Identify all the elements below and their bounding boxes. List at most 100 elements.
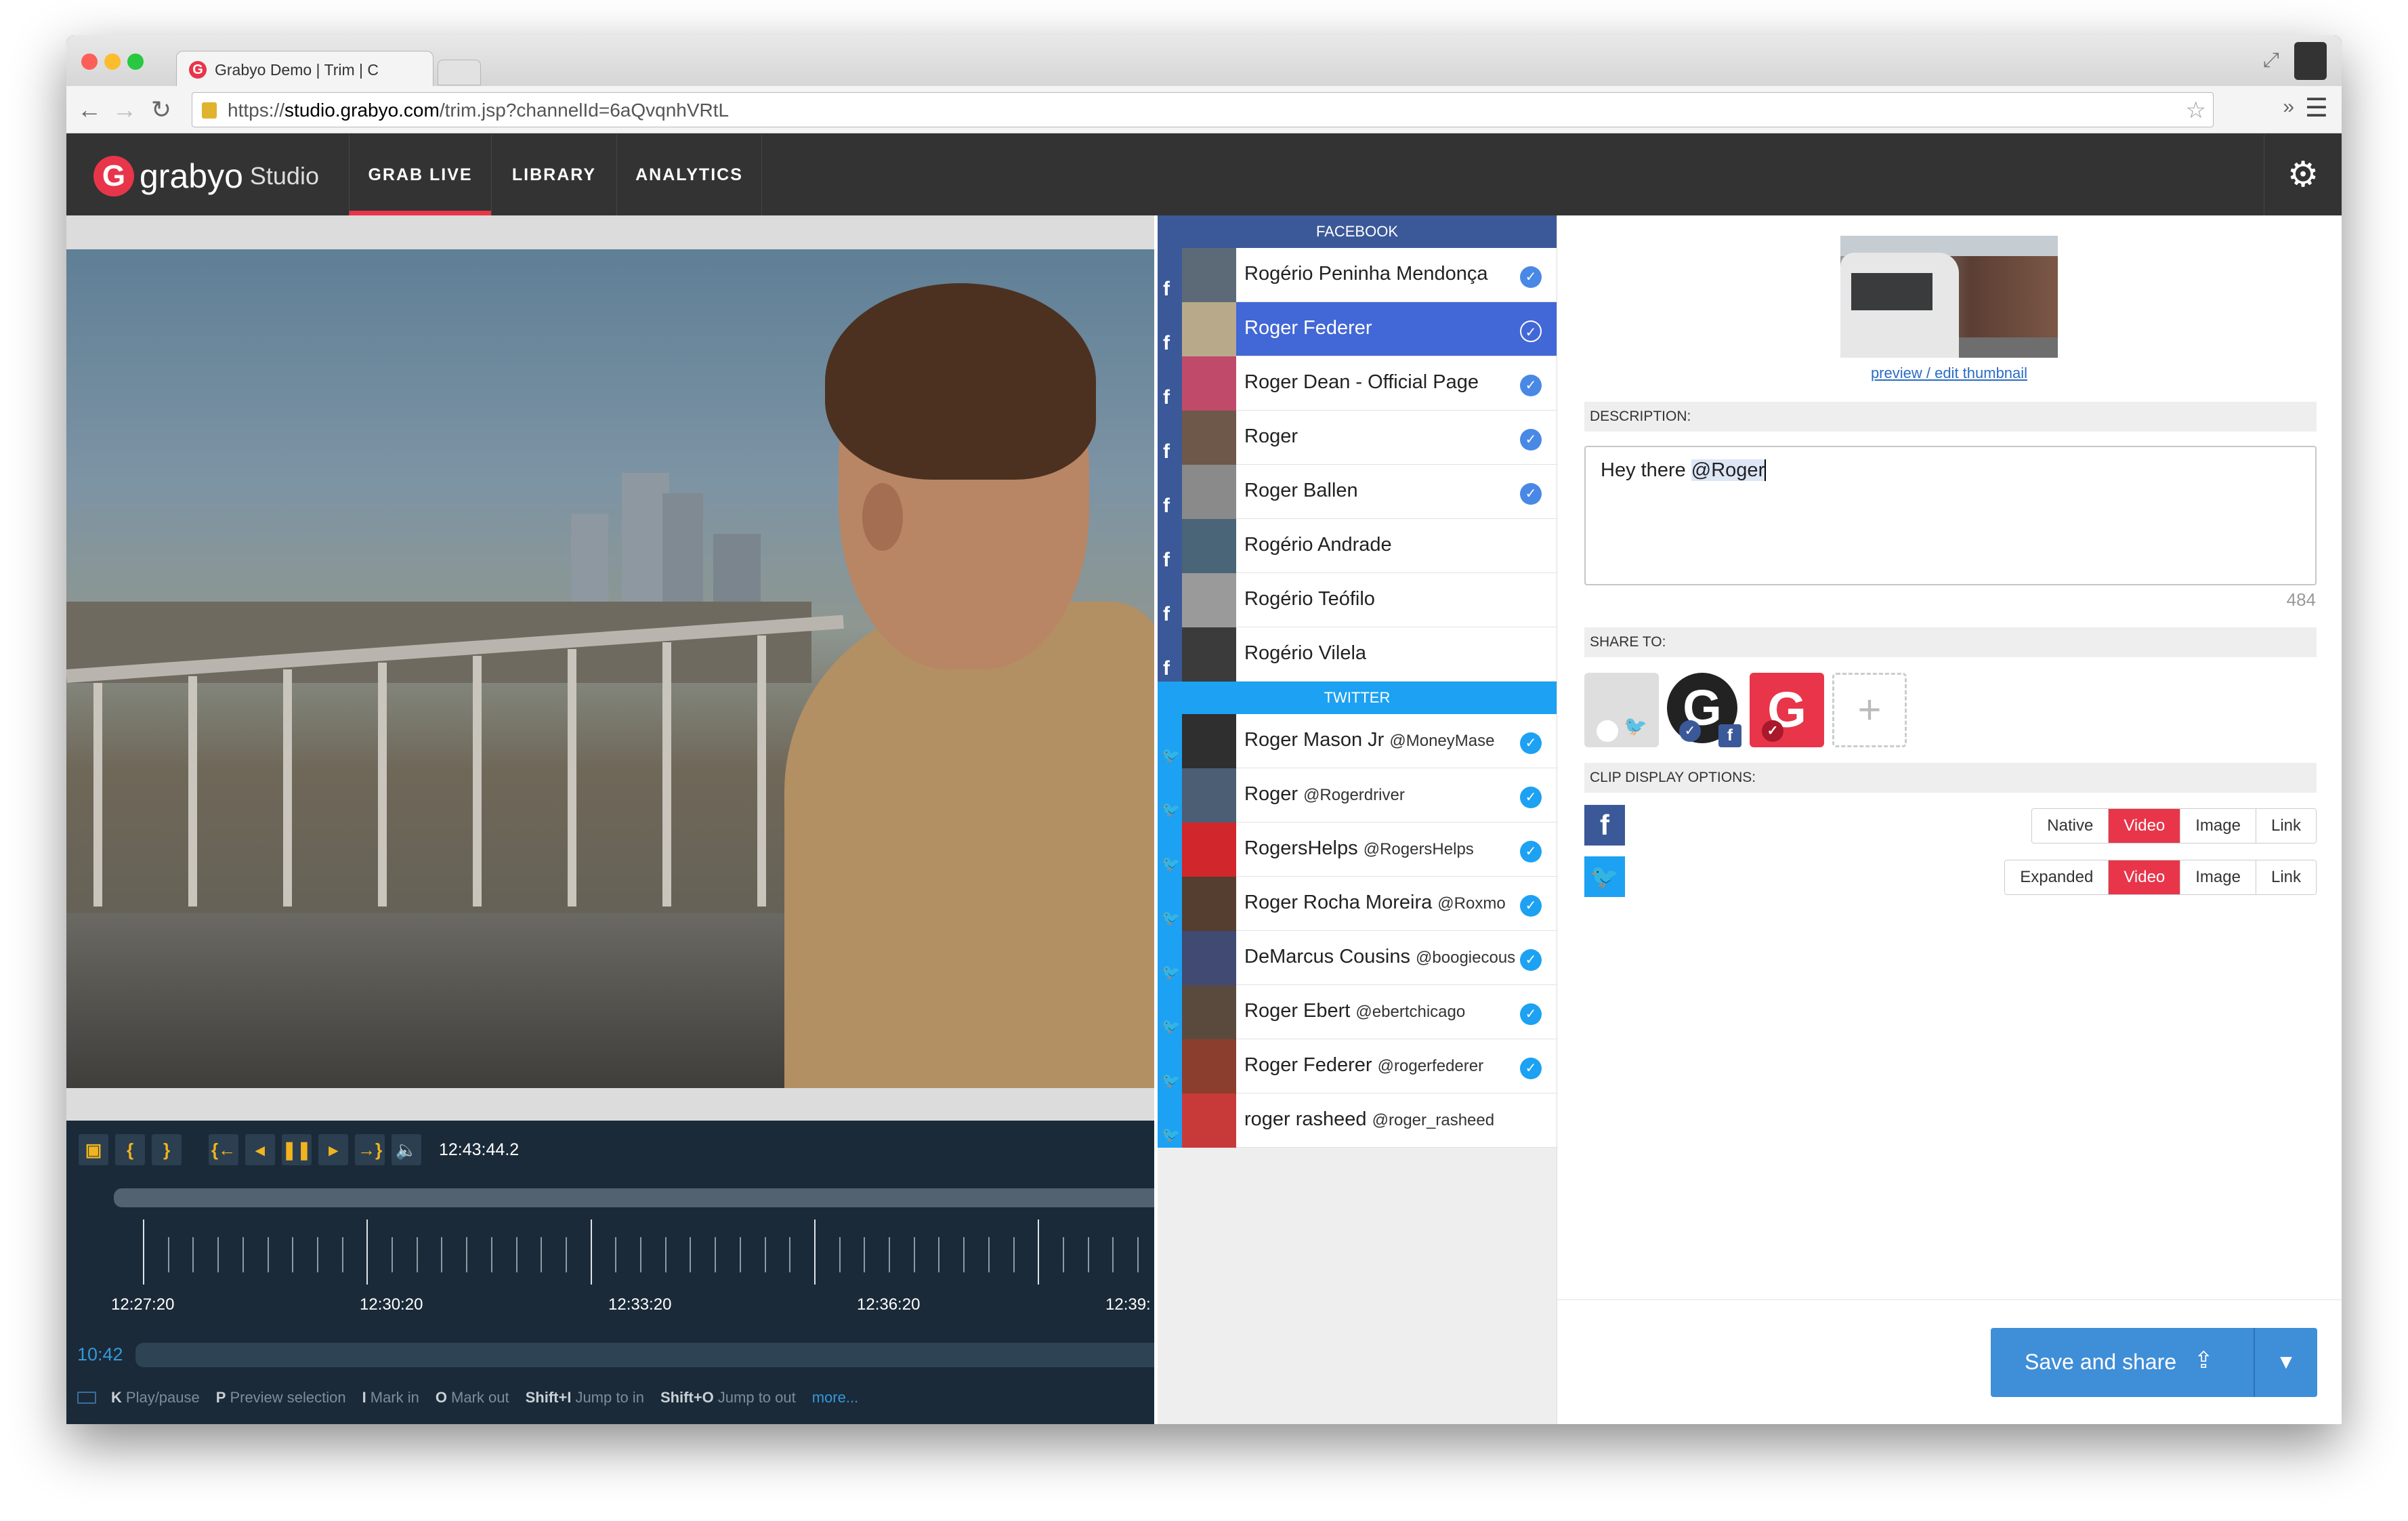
- address-bar[interactable]: https://studio.grabyo.com/trim.jsp?chann…: [192, 92, 2214, 127]
- mention-display-name: RogersHelps: [1244, 837, 1358, 859]
- tab-library[interactable]: LIBRARY: [491, 134, 616, 215]
- share-twitter-account[interactable]: 🐦: [1584, 673, 1659, 747]
- share-export-icon: ⇪: [2194, 1348, 2214, 1373]
- facebook-mention-row[interactable]: f Rogério Teófilo: [1158, 573, 1557, 627]
- bookmark-star-icon[interactable]: ☆: [2186, 97, 2206, 124]
- twitter-mention-row[interactable]: 🐦 roger rasheed @roger_rasheed: [1158, 1093, 1557, 1148]
- reload-icon[interactable]: ↻: [148, 96, 175, 124]
- mention-handle: @Rogerdriver: [1303, 786, 1405, 804]
- verified-badge-icon: ✓: [1520, 787, 1542, 808]
- facebook-mention-row[interactable]: f Rogério Vilela: [1158, 627, 1557, 682]
- fb-option-link[interactable]: Link: [2255, 809, 2316, 843]
- tab-analytics[interactable]: ANALYTICS: [616, 134, 762, 215]
- facebook-mention-row[interactable]: f Roger Federer ✓: [1158, 302, 1557, 356]
- fb-option-native[interactable]: Native: [2032, 809, 2109, 843]
- railing-post: [283, 669, 292, 907]
- verified-badge-icon: ✓: [1520, 1003, 1542, 1025]
- shortcut-key: Shift+O: [660, 1389, 714, 1406]
- verified-badge-icon: ✓: [1520, 732, 1542, 754]
- fb-option-image[interactable]: Image: [2180, 809, 2256, 843]
- minimize-window-button[interactable]: [104, 54, 121, 70]
- twitter-mention-row[interactable]: 🐦 DeMarcus Cousins @boogiecous ✓: [1158, 931, 1557, 985]
- facebook-list: f Rogério Peninha Mendonça ✓ f Roger Federer…: [1158, 248, 1557, 682]
- timeline-overview[interactable]: [135, 1343, 1154, 1367]
- facebook-mention-row[interactable]: f Roger Ballen ✓: [1158, 465, 1557, 519]
- twitter-mention-row[interactable]: 🐦 RogersHelps @RogersHelps ✓: [1158, 822, 1557, 877]
- facebook-icon: f: [1158, 302, 1182, 356]
- clip-thumbnail[interactable]: [1840, 236, 2058, 358]
- browser-window: G Grabyo Demo | Trim | C ⤢ ← → ↻ https:/…: [66, 35, 2342, 1424]
- facebook-mention-row[interactable]: f Roger Dean - Official Page ✓: [1158, 356, 1557, 411]
- twitter-mention-row[interactable]: 🐦 Roger Ebert @ebertchicago ✓: [1158, 985, 1557, 1039]
- footer-divider: [1557, 1299, 2342, 1300]
- edit-thumbnail-link[interactable]: preview / edit thumbnail: [1840, 364, 2058, 382]
- step-back-icon[interactable]: ◂: [245, 1134, 275, 1165]
- mention-display-name: Roger Dean - Official Page: [1244, 371, 1479, 393]
- facebook-icon: f: [1158, 248, 1182, 302]
- save-and-share-button[interactable]: Save and share ⇪ ▼: [1991, 1328, 2317, 1397]
- fullscreen-icon[interactable]: ⤢: [2263, 49, 2279, 72]
- volume-icon[interactable]: 🔈: [392, 1134, 421, 1165]
- tw-option-video[interactable]: Video: [2108, 860, 2180, 894]
- share-grabyo[interactable]: G ✓: [1750, 673, 1824, 747]
- mention-display-name: Roger Federer: [1244, 317, 1372, 339]
- check-badge-icon: ✓: [1762, 720, 1783, 742]
- extensions-chevron-icon[interactable]: »: [2283, 96, 2294, 119]
- timeline-progress[interactable]: [114, 1188, 1154, 1207]
- shortcut-label: Jump to out: [717, 1389, 796, 1406]
- tw-option-expanded[interactable]: Expanded: [2005, 860, 2109, 894]
- facebook-mention-row[interactable]: f Rogério Peninha Mendonça ✓: [1158, 248, 1557, 302]
- tw-option-link[interactable]: Link: [2255, 860, 2316, 894]
- jump-to-in-icon[interactable]: {←: [209, 1134, 238, 1165]
- tw-option-image[interactable]: Image: [2180, 860, 2256, 894]
- mark-out-icon[interactable]: }: [152, 1134, 182, 1165]
- menu-icon[interactable]: ☰: [2305, 93, 2328, 123]
- profile-avatar-icon[interactable]: [2294, 42, 2327, 80]
- mention-name: Rogério Teófilo: [1244, 588, 1515, 610]
- twitter-mention-row[interactable]: 🐦 Roger @Rogerdriver ✓: [1158, 768, 1557, 822]
- tab-title: Grabyo Demo | Trim | C: [215, 61, 379, 79]
- jump-to-out-icon[interactable]: →}: [355, 1134, 385, 1165]
- mention-name: Roger @Rogerdriver: [1244, 783, 1515, 806]
- fb-option-video[interactable]: Video: [2108, 809, 2180, 843]
- mark-in-icon[interactable]: {: [115, 1134, 145, 1165]
- timeline-tick: [839, 1237, 841, 1272]
- facebook-mention-row[interactable]: f Rogério Andrade: [1158, 519, 1557, 573]
- zoom-window-button[interactable]: [127, 54, 144, 70]
- add-destination-button[interactable]: +: [1832, 673, 1907, 747]
- shortcut-key: O: [435, 1389, 447, 1406]
- back-arrow-icon[interactable]: ←: [76, 96, 103, 124]
- facebook-mention-row[interactable]: f Roger ✓: [1158, 411, 1557, 465]
- shortcut-label: Mark out: [451, 1389, 509, 1406]
- timeline-tick: [341, 1237, 343, 1272]
- save-options-dropdown[interactable]: ▼: [2254, 1328, 2317, 1397]
- text-cursor: [1765, 459, 1767, 481]
- snapshot-icon[interactable]: ▣: [79, 1134, 108, 1165]
- new-tab-button[interactable]: [438, 60, 481, 85]
- close-window-button[interactable]: [81, 54, 98, 70]
- mention-display-name: Rogério Vilela: [1244, 642, 1367, 664]
- mention-name: RogersHelps @RogersHelps: [1244, 837, 1515, 860]
- twitter-icon: 🐦: [1158, 768, 1182, 822]
- mention-display-name: Roger Ebert: [1244, 1000, 1351, 1022]
- mention-display-name: DeMarcus Cousins: [1244, 946, 1410, 967]
- twitter-mention-row[interactable]: 🐦 Roger Mason Jr @MoneyMase ✓: [1158, 714, 1557, 768]
- more-shortcuts-link[interactable]: more...: [812, 1389, 858, 1407]
- description-input[interactable]: Hey there @Roger: [1584, 446, 2317, 585]
- verified-badge-icon: ✓: [1520, 895, 1542, 917]
- facebook-icon: f: [1158, 627, 1182, 682]
- share-facebook-page[interactable]: G ✓ f: [1667, 673, 1741, 747]
- browser-tab[interactable]: G Grabyo Demo | Trim | C: [176, 51, 434, 87]
- twitter-mention-row[interactable]: 🐦 Roger Rocha Moreira @Roxmo ✓: [1158, 877, 1557, 931]
- grabyo-app: G grabyo Studio GRAB LIVE LIBRARY ANALYT…: [66, 134, 2342, 1424]
- grabyo-logo[interactable]: G grabyo Studio: [93, 156, 319, 196]
- pause-icon[interactable]: ❚❚: [282, 1134, 312, 1165]
- timeline-tick: [192, 1237, 194, 1272]
- forward-arrow-icon[interactable]: →: [111, 96, 138, 124]
- twitter-mention-row[interactable]: 🐦 Roger Federer @rogerfederer ✓: [1158, 1039, 1557, 1093]
- clip-display-label: CLIP DISPLAY OPTIONS:: [1584, 763, 2317, 793]
- tab-grab-live[interactable]: GRAB LIVE: [349, 134, 491, 215]
- video-frame[interactable]: [66, 249, 1154, 1088]
- step-forward-icon[interactable]: ▸: [318, 1134, 348, 1165]
- settings-gear-icon[interactable]: ⚙: [2264, 134, 2342, 215]
